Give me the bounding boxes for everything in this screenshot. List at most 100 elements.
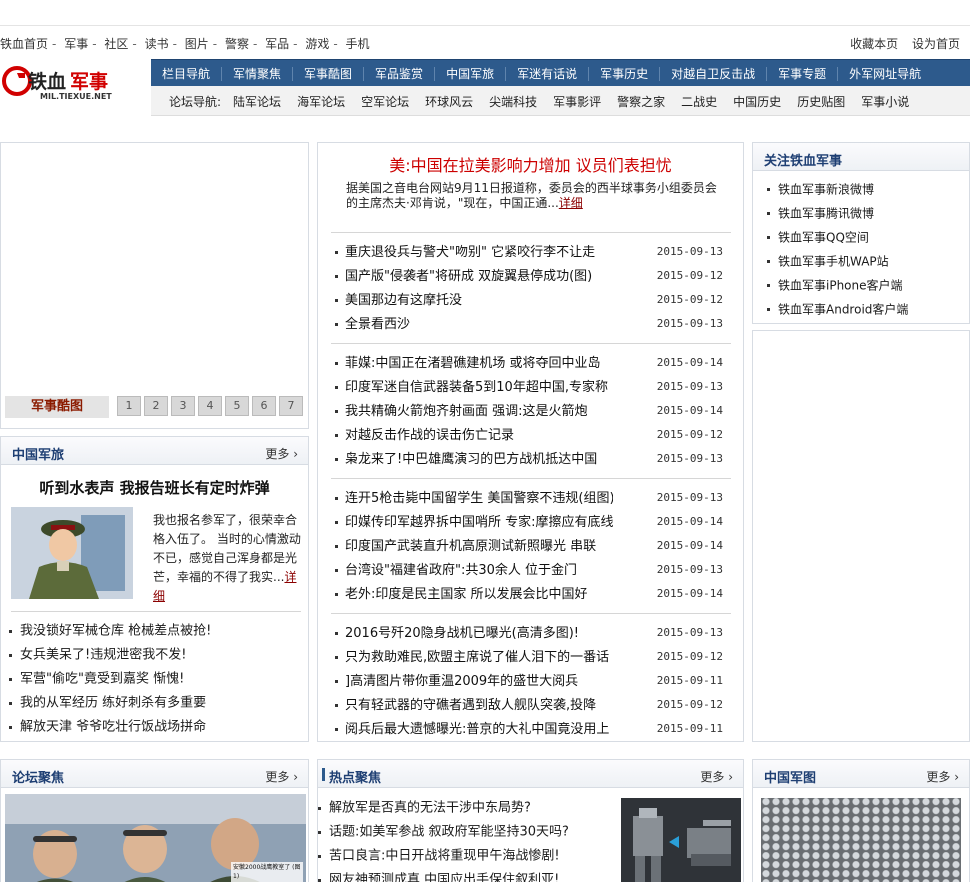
forum-photo[interactable]: 安徽2000战鹰教室了 (图1) — [5, 794, 306, 882]
featured-headline[interactable]: 听到水表声 我报告班长有定时炸弹 — [1, 477, 308, 498]
forum-nav-item[interactable]: 军事影评 — [545, 93, 609, 110]
main-nav-item[interactable]: 外军网址导航 — [838, 67, 932, 81]
news-item[interactable]: 重庆退役兵与警犬"吻别" 它紧咬行李不让走 2015-09-13 — [335, 240, 723, 264]
news-item[interactable]: 老外:印度是民主国家 所以发展会比中国好 2015-09-14 — [335, 582, 723, 606]
slider-page-button[interactable]: 4 — [198, 396, 222, 416]
bullet-icon — [9, 726, 12, 729]
set-home-link[interactable]: 设为首页 — [912, 37, 960, 51]
site-nav-community[interactable]: 社区 — [104, 37, 128, 51]
site-nav-mobile[interactable]: 手机 — [346, 37, 370, 51]
forum-nav-item[interactable]: 环球风云 — [417, 93, 481, 110]
follow-link[interactable]: 铁血军事iPhone客户端 — [767, 273, 967, 297]
logo-brand-b: 军事 — [70, 70, 108, 93]
slider-page-button[interactable]: 2 — [144, 396, 168, 416]
site-nav-pictures[interactable]: 图片 — [185, 37, 209, 51]
news-item[interactable]: 印媒传印军越界拆中国哨所 专家:摩擦应有底线 2015-09-14 — [335, 510, 723, 534]
panel-header: 中国军旅 更多 › — [1, 437, 308, 465]
slider-page-button[interactable]: 3 — [171, 396, 195, 416]
forum-nav-item[interactable]: 警察之家 — [609, 93, 673, 110]
main-nav-item[interactable]: 军事专题 — [767, 66, 839, 81]
list-item[interactable]: 我没锁好军械仓库 枪械差点被抢! — [9, 619, 301, 643]
main-nav-item[interactable]: 对越自卫反击战 — [660, 66, 768, 81]
list-item[interactable]: 苦口良言:中日开战将重现甲午海战惨剧! — [318, 844, 608, 868]
follow-link[interactable]: 铁血军事Android客户端 — [767, 297, 967, 321]
news-item[interactable]: ]高清图片带你重温2009年的盛世大阅兵 2015-09-11 — [335, 669, 723, 693]
news-item[interactable]: 只为救助难民,欧盟主席说了催人泪下的一番话 2015-09-12 — [335, 645, 723, 669]
list-item[interactable]: 解放军是否真的无法干涉中东局势? — [318, 796, 608, 820]
news-item[interactable]: 枭龙来了!中巴雄鹰演习的巴方战机抵达中国 2015-09-13 — [335, 447, 723, 471]
news-item[interactable]: 阅兵后最大遗憾曝光:普京的大礼中国竟没用上 2015-09-11 — [335, 717, 723, 741]
main-nav-item[interactable]: 栏目导航 — [151, 66, 223, 81]
main-nav-item[interactable]: 军品鉴赏 — [364, 66, 436, 81]
more-link[interactable]: 更多 › — [926, 768, 959, 785]
news-item[interactable]: 印度国产武装直升机高原测试新照曝光 串联 2015-09-14 — [335, 534, 723, 558]
list-item[interactable]: 网友神预测成真 中国应出手保住叙利亚! — [318, 868, 608, 882]
news-item[interactable]: 台湾设"福建省政府":共30余人 位于金门 2015-09-13 — [335, 558, 723, 582]
detail-link[interactable]: 详细 — [559, 196, 583, 210]
follow-link[interactable]: 铁血军事QQ空间 — [767, 225, 967, 249]
site-nav-home[interactable]: 铁血首页 — [0, 37, 48, 51]
slider-page-button[interactable]: 1 — [117, 396, 141, 416]
site-nav-police[interactable]: 警察 — [225, 37, 249, 51]
news-date: 2015-09-12 — [656, 650, 723, 663]
site-nav-sep: - — [212, 37, 218, 51]
news-item[interactable]: 国产版"侵袭者"将研成 双旋翼悬停成功(图) 2015-09-12 — [335, 264, 723, 288]
follow-link[interactable]: 铁血军事腾讯微博 — [767, 201, 967, 225]
main-nav-item[interactable]: 军情聚焦 — [222, 66, 294, 81]
list-item[interactable]: 话题:如美军参战 叙政府军能坚持30天吗? — [318, 820, 608, 844]
more-link[interactable]: 更多 › — [265, 768, 298, 785]
site-nav-books[interactable]: 读书 — [145, 37, 169, 51]
transformer-photo[interactable] — [621, 798, 741, 882]
slider-page-button[interactable]: 5 — [225, 396, 249, 416]
soldier-photo[interactable] — [11, 507, 133, 599]
main-nav-item[interactable]: 军事酷图 — [293, 66, 365, 81]
top-headline[interactable]: 美:中国在拉美影响力增加 议员们表担忧 — [317, 152, 744, 176]
forum-nav-item[interactable]: 历史贴图 — [789, 93, 853, 110]
slider-label[interactable]: 军事酷图 — [5, 396, 109, 418]
forum-nav-item[interactable]: 军事小说 — [853, 93, 917, 110]
news-item[interactable]: 连开5枪击毙中国留学生 美国警察不违规(组图) 2015-09-13 — [335, 486, 723, 510]
news-item[interactable]: 我共精确火箭炮齐射画面 强调:这是火箭炮 2015-09-14 — [335, 399, 723, 423]
main-nav-item[interactable]: 军事历史 — [589, 66, 661, 81]
main-nav-item[interactable]: 军迷有话说 — [506, 66, 590, 81]
news-item[interactable]: 印度军迷自信武器装备5到10年超中国,专家称 2015-09-13 — [335, 375, 723, 399]
slider-page-button[interactable]: 7 — [279, 396, 303, 416]
more-link[interactable]: 更多 › — [700, 768, 733, 785]
list-item[interactable]: 我的从军经历 练好刺杀有多重要 — [9, 691, 301, 715]
forum-nav-item[interactable]: 空军论坛 — [353, 93, 417, 110]
forum-nav-item[interactable]: 陆军论坛 — [225, 93, 289, 110]
news-item[interactable]: 2016号歼20隐身战机已曝光(高清多图)! 2015-09-13 — [335, 621, 723, 645]
top-headline-lede-text: 据美国之音电台网站9月11日报道称，委员会的西半球事务小组委员会的主席杰夫·邓肯… — [346, 181, 717, 210]
main-nav-item[interactable]: 中国军旅 — [435, 66, 507, 81]
slider-page-button[interactable]: 6 — [252, 396, 276, 416]
divider — [331, 478, 731, 479]
news-item[interactable]: 只有轻武器的守礁者遇到敌人舰队突袭,投降 2015-09-12 — [335, 693, 723, 717]
news-item[interactable]: 美国那边有这摩托没 2015-09-12 — [335, 288, 723, 312]
follow-link[interactable]: 铁血军事新浪微博 — [767, 177, 967, 201]
bullet-icon — [9, 654, 12, 657]
site-nav-sep: - — [252, 37, 258, 51]
list-item[interactable]: 解放天津 爷爷吃壮行饭战场拼命 — [9, 715, 301, 739]
bookmark-link[interactable]: 收藏本页 — [850, 37, 898, 51]
site-nav-gear[interactable]: 军品 — [265, 37, 289, 51]
site-logo[interactable]: 铁血 军事 MIL.TIEXUE.NET — [0, 62, 140, 106]
list-item[interactable]: 军营"偷吃"竟受到嘉奖 惭愧! — [9, 667, 301, 691]
military-life-list: 我没锁好军械仓库 枪械差点被抢! 女兵美呆了!违规泄密我不发! 军营"偷吃"竟受… — [9, 619, 301, 739]
forum-nav-item[interactable]: 二战史 — [673, 93, 725, 110]
site-nav-games[interactable]: 游戏 — [305, 37, 329, 51]
forum-nav-item[interactable]: 海军论坛 — [289, 93, 353, 110]
news-item[interactable]: 全景看西沙 2015-09-13 — [335, 312, 723, 336]
follow-link[interactable]: 铁血军事手机WAP站 — [767, 249, 967, 273]
forum-nav-item[interactable]: 中国历史 — [725, 93, 789, 110]
list-item[interactable]: 女兵美呆了!违规泄密我不发! — [9, 643, 301, 667]
cool-pics-slider: 军事酷图 1 2 3 4 5 6 7 — [0, 142, 309, 429]
news-item[interactable]: 菲媒:中国正在渚碧礁建机场 或将夺回中业岛 2015-09-14 — [335, 351, 723, 375]
forum-nav-item[interactable]: 尖端科技 — [481, 93, 545, 110]
more-link[interactable]: 更多 › — [265, 445, 298, 462]
site-nav-military[interactable]: 军事 — [64, 37, 88, 51]
parade-photo[interactable] — [761, 798, 961, 882]
featured-lede-text: 我也报名参军了，很荣幸合格入伍了。 当时的心情激动不已，感觉自己浑身都是光芒，幸… — [153, 513, 301, 584]
news-item[interactable]: 对越反击作战的误击伤亡记录 2015-09-12 — [335, 423, 723, 447]
forum-photo-caption: 安徽2000战鹰教室了 (图1) — [231, 862, 303, 882]
top-headline-lede: 据美国之音电台网站9月11日报道称，委员会的西半球事务小组委员会的主席杰夫·邓肯… — [346, 181, 718, 211]
